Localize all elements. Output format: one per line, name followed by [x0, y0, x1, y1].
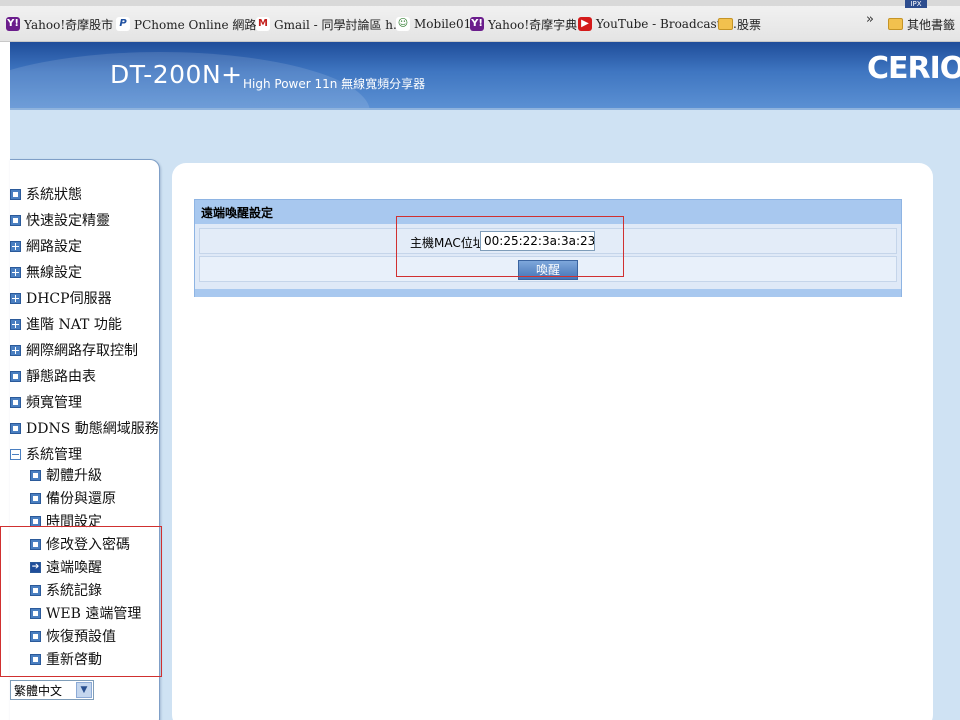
bookmark-gmail[interactable]: M Gmail - 同學討論區 h... [256, 14, 404, 34]
brand-logo: CERIO [867, 51, 960, 86]
yahoo-icon: Y! [6, 17, 20, 31]
sidebar-item-bandwidth[interactable]: 頻寬管理 [10, 391, 82, 413]
product-name: DT-200N+ [110, 60, 243, 89]
bookmark-label: YouTube - Broadcast ... [596, 17, 737, 31]
highlight-box-form [396, 216, 624, 277]
highlight-box-sidebar [0, 526, 162, 677]
mobile01-icon: ☺ [396, 17, 410, 31]
language-selected-value: 繁體中文 [14, 683, 63, 698]
bookmark-label: Yahoo!奇摩字典 [488, 17, 578, 32]
sidebar-item-label: DHCP伺服器 [26, 291, 112, 307]
sidebar-item-wireless[interactable]: 無線設定 [10, 261, 82, 283]
page-header: DT-200N+ High Power 11n 無線寬頻分享器 CERIO [10, 42, 960, 108]
sidebar-item-label: DDNS 動態網域服務 [26, 421, 159, 437]
router-admin-page: DT-200N+ High Power 11n 無線寬頻分享器 CERIO 系統… [0, 42, 960, 720]
square-icon [10, 370, 21, 382]
ipx-badge: IPX [905, 0, 927, 8]
expand-plus-icon [10, 240, 21, 252]
bookmark-label: 其他書籤 [907, 17, 956, 32]
toolbar-edge [0, 0, 960, 6]
sidebar-item-label: 系統狀態 [26, 187, 82, 203]
expand-plus-icon [10, 266, 21, 278]
bookmark-label: Mobile01 [414, 17, 472, 31]
sidebar-item-dhcp[interactable]: DHCP伺服器 [10, 287, 112, 309]
sidebar-item-label: 無線設定 [26, 265, 82, 281]
language-select[interactable]: 繁體中文 ▼ [10, 680, 94, 700]
sidebar-subitem-firmware[interactable]: 韌體升級 [30, 464, 102, 486]
sidebar-item-label: 網際網路存取控制 [26, 343, 138, 359]
sidebar-item-label: 韌體升級 [46, 468, 102, 484]
sidebar-item-network[interactable]: 網路設定 [10, 235, 82, 257]
sidebar-item-label: 頻寬管理 [26, 395, 82, 411]
sidebar-item-label: 進階 NAT 功能 [26, 317, 122, 333]
sidebar-item-access-control[interactable]: 網際網路存取控制 [10, 339, 138, 361]
sidebar-item-label: 快速設定精靈 [26, 213, 110, 229]
sidebar-item-quick-setup[interactable]: 快速設定精靈 [10, 209, 110, 231]
expand-plus-icon [10, 318, 21, 330]
sidebar-item-advanced-nat[interactable]: 進階 NAT 功能 [10, 313, 122, 335]
other-bookmarks-folder[interactable]: 其他書籤 [888, 14, 955, 34]
sidebar-item-static-route[interactable]: 靜態路由表 [10, 365, 96, 387]
bookmark-mobile01[interactable]: ☺ Mobile01 [396, 14, 471, 34]
sidebar-item-label: 網路設定 [26, 239, 82, 255]
bookmark-label: 股票 [737, 17, 762, 32]
bookmarks-bar: IPX Y! Yahoo!奇摩股市 P PChome Online 網路... … [0, 0, 960, 42]
bookmark-label: PChome Online 網路... [134, 17, 268, 32]
product-subtitle: High Power 11n 無線寬頻分享器 [243, 77, 426, 91]
sidebar-item-ddns[interactable]: DDNS 動態網域服務 [10, 417, 159, 439]
expand-plus-icon [10, 292, 21, 304]
square-icon [30, 492, 41, 504]
bookmark-label: Yahoo!奇摩股市 [24, 17, 114, 32]
more-bookmarks-chevron-icon[interactable]: » [866, 12, 874, 27]
bookmark-yahoo-stock[interactable]: Y! Yahoo!奇摩股市 [6, 14, 113, 34]
bookmark-pchome[interactable]: P PChome Online 網路... [116, 14, 268, 34]
square-icon [10, 396, 21, 408]
youtube-icon: ▶ [578, 17, 592, 31]
bookmark-yahoo-dict[interactable]: Y! Yahoo!奇摩字典 [470, 14, 577, 34]
sidebar-subitem-backup[interactable]: 備份與還原 [30, 487, 116, 509]
sidebar-item-label: 備份與還原 [46, 491, 116, 507]
folder-icon [718, 18, 733, 30]
bookmark-label: Gmail - 同學討論區 h... [274, 17, 405, 32]
bookmark-youtube[interactable]: ▶ YouTube - Broadcast ... [578, 14, 737, 34]
folder-icon [888, 18, 903, 30]
yahoo-icon: Y! [470, 17, 484, 31]
sidebar-item-system-status[interactable]: 系統狀態 [10, 183, 82, 205]
form-footer [195, 289, 901, 297]
expand-plus-icon [10, 344, 21, 356]
square-icon [30, 515, 41, 527]
gmail-icon: M [256, 17, 270, 31]
square-icon [30, 469, 41, 481]
sidebar-item-label: 靜態路由表 [26, 369, 96, 385]
square-icon [10, 214, 21, 226]
collapse-minus-icon [10, 448, 21, 460]
header-divider [10, 108, 960, 110]
square-icon [10, 422, 21, 434]
pchome-icon: P [116, 17, 130, 31]
chevron-down-icon[interactable]: ▼ [76, 682, 92, 698]
sidebar-item-system-admin[interactable]: 系統管理 [10, 443, 82, 465]
square-icon [10, 188, 21, 200]
sidebar-item-label: 系統管理 [26, 447, 82, 463]
bookmark-folder-stock[interactable]: 股票 [718, 14, 761, 34]
